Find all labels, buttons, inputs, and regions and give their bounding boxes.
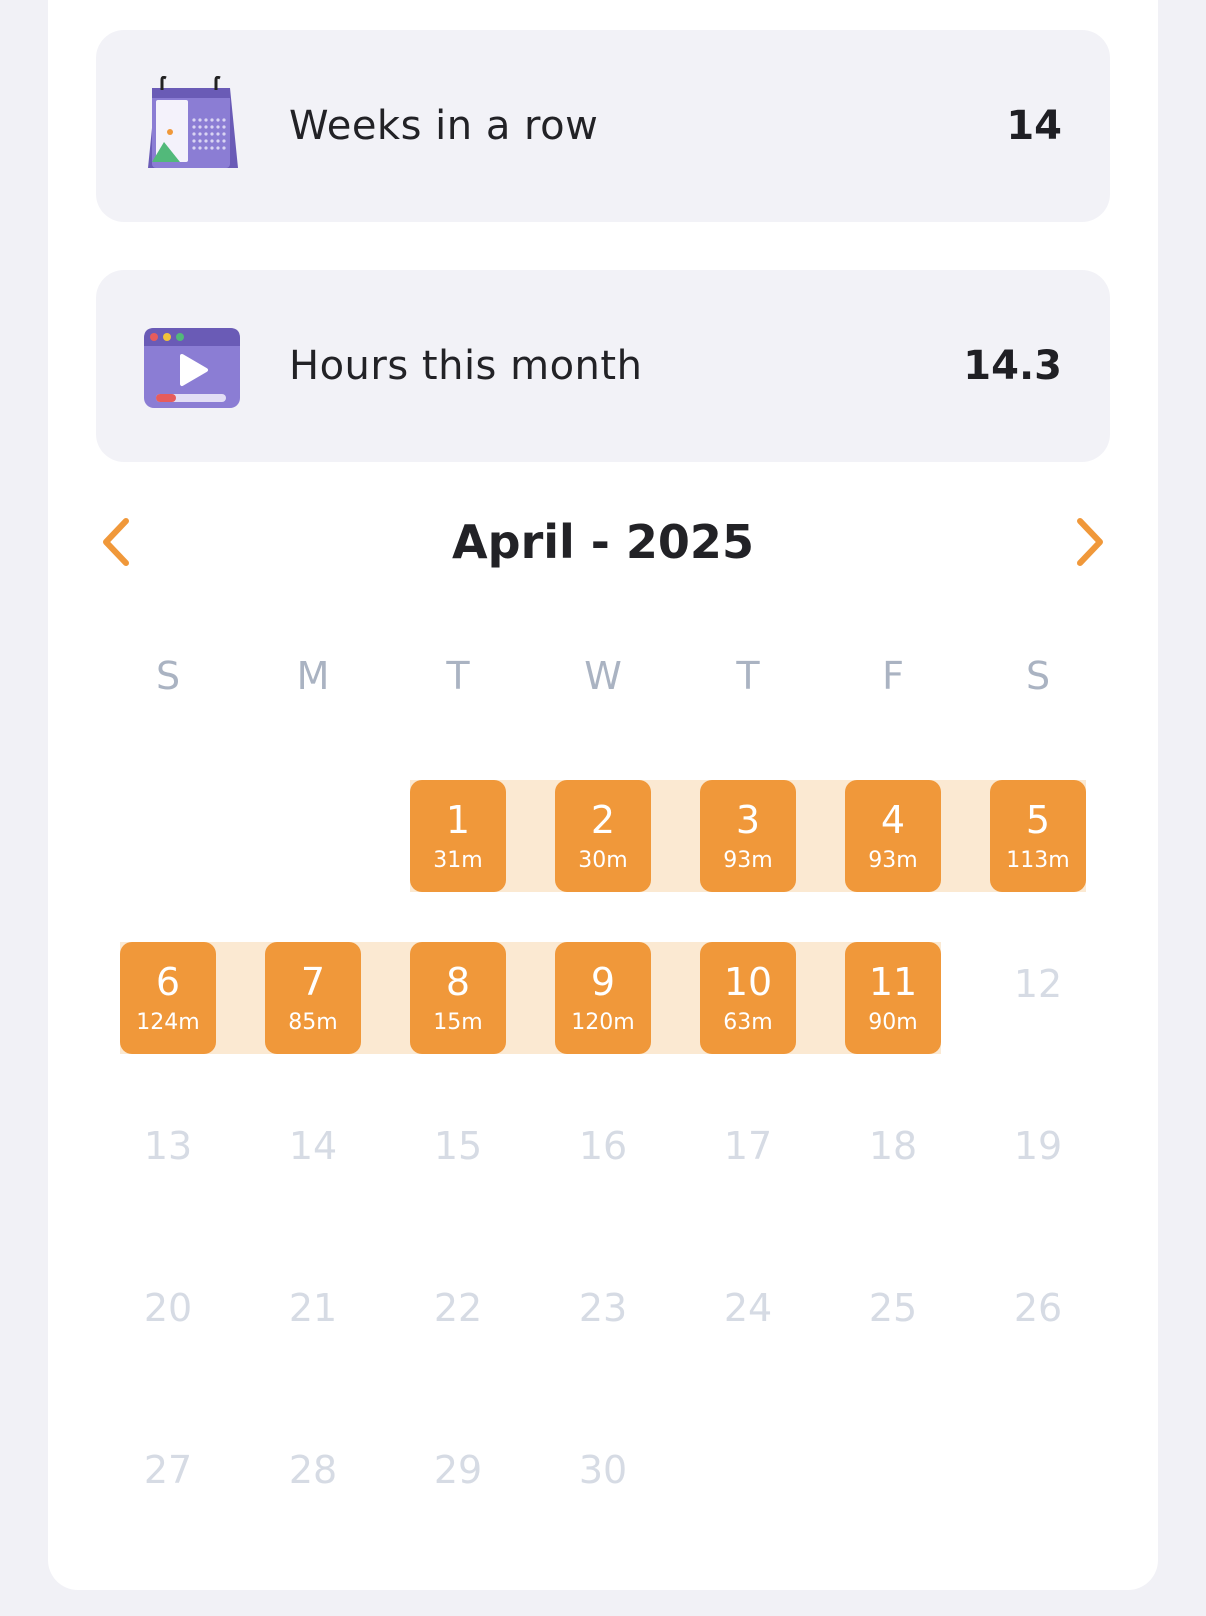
streak-band-week-2 xyxy=(120,942,941,1054)
hours-this-month-card: Hours this month 14.3 xyxy=(96,270,1110,462)
weekday-wednesday: W xyxy=(584,654,622,698)
calendar-day-active[interactable]: 11 90m xyxy=(845,942,941,1054)
weekday-tuesday: T xyxy=(446,654,470,698)
previous-month-button[interactable] xyxy=(96,515,140,569)
day-number: 8 xyxy=(445,960,471,1004)
calendar-day[interactable]: 21 xyxy=(265,1252,361,1364)
calendar-icon xyxy=(142,75,242,176)
calendar-day[interactable]: 15 xyxy=(410,1090,506,1202)
weekday-saturday: S xyxy=(1025,654,1051,698)
day-number: 22 xyxy=(433,1286,483,1330)
calendar-day[interactable]: 22 xyxy=(410,1252,506,1364)
calendar-day-active[interactable]: 7 85m xyxy=(265,942,361,1054)
day-number: 28 xyxy=(288,1448,338,1492)
day-number: 18 xyxy=(868,1124,918,1168)
weekday-friday: F xyxy=(882,654,904,698)
day-number: 10 xyxy=(723,960,773,1004)
day-minutes: 93m xyxy=(868,848,918,873)
day-minutes: 15m xyxy=(433,1010,483,1035)
calendar-day[interactable]: 26 xyxy=(990,1252,1086,1364)
calendar-day[interactable]: 17 xyxy=(700,1090,796,1202)
calendar-day[interactable]: 16 xyxy=(555,1090,651,1202)
day-number: 1 xyxy=(445,798,471,842)
calendar-day-active[interactable]: 6 124m xyxy=(120,942,216,1054)
calendar-day[interactable]: 29 xyxy=(410,1414,506,1526)
day-number: 2 xyxy=(590,798,616,842)
day-minutes: 90m xyxy=(868,1010,918,1035)
video-player-icon xyxy=(142,316,242,416)
weekday-thursday: T xyxy=(736,654,760,698)
weekday-monday: M xyxy=(296,654,330,698)
calendar-day[interactable]: 24 xyxy=(700,1252,796,1364)
calendar-day[interactable]: 23 xyxy=(555,1252,651,1364)
calendar-day-active[interactable]: 9 120m xyxy=(555,942,651,1054)
calendar-day[interactable]: 28 xyxy=(265,1414,361,1526)
day-number: 12 xyxy=(1013,962,1063,1006)
day-minutes: 113m xyxy=(1006,848,1070,873)
weeks-in-a-row-card: Weeks in a row 14 xyxy=(96,30,1110,222)
calendar-day[interactable]: 14 xyxy=(265,1090,361,1202)
calendar-day-active[interactable]: 10 63m xyxy=(700,942,796,1054)
calendar-day[interactable]: 19 xyxy=(990,1090,1086,1202)
calendar-day-active[interactable]: 4 93m xyxy=(845,780,941,892)
day-number: 7 xyxy=(300,960,326,1004)
calendar-day-active[interactable]: 3 93m xyxy=(700,780,796,892)
day-number: 25 xyxy=(868,1286,918,1330)
day-minutes: 85m xyxy=(288,1010,338,1035)
calendar-day[interactable]: 12 xyxy=(990,928,1086,1040)
day-number: 15 xyxy=(433,1124,483,1168)
day-number: 24 xyxy=(723,1286,773,1330)
weeks-in-a-row-value: 14 xyxy=(1006,103,1062,149)
day-number: 27 xyxy=(143,1448,193,1492)
day-minutes: 93m xyxy=(723,848,773,873)
day-minutes: 30m xyxy=(578,848,628,873)
day-minutes: 63m xyxy=(723,1010,773,1035)
day-number: 4 xyxy=(880,798,906,842)
calendar-day[interactable]: 30 xyxy=(555,1414,651,1526)
day-number: 14 xyxy=(288,1124,338,1168)
hours-this-month-label: Hours this month xyxy=(289,343,643,389)
calendar-day-active[interactable]: 8 15m xyxy=(410,942,506,1054)
calendar-day-active[interactable]: 2 30m xyxy=(555,780,651,892)
day-number: 3 xyxy=(735,798,761,842)
day-number: 16 xyxy=(578,1124,628,1168)
day-number: 29 xyxy=(433,1448,483,1492)
day-number: 5 xyxy=(1025,798,1051,842)
day-minutes: 124m xyxy=(136,1010,200,1035)
day-number: 26 xyxy=(1013,1286,1063,1330)
next-month-button[interactable] xyxy=(1066,515,1110,569)
calendar-day[interactable]: 25 xyxy=(845,1252,941,1364)
day-minutes: 31m xyxy=(433,848,483,873)
weeks-in-a-row-label: Weeks in a row xyxy=(289,103,599,149)
day-number: 6 xyxy=(155,960,181,1004)
day-number: 30 xyxy=(578,1448,628,1492)
day-number: 19 xyxy=(1013,1124,1063,1168)
day-minutes: 120m xyxy=(571,1010,635,1035)
chevron-left-icon xyxy=(103,518,129,566)
calendar-day[interactable]: 27 xyxy=(120,1414,216,1526)
day-number: 23 xyxy=(578,1286,628,1330)
month-title: April - 2025 xyxy=(452,515,754,569)
chevron-right-icon xyxy=(1077,518,1103,566)
calendar-day[interactable]: 20 xyxy=(120,1252,216,1364)
day-number: 11 xyxy=(868,960,918,1004)
day-number: 9 xyxy=(590,960,616,1004)
calendar-day[interactable]: 13 xyxy=(120,1090,216,1202)
weekday-sunday: S xyxy=(155,654,181,698)
calendar-day-active[interactable]: 1 31m xyxy=(410,780,506,892)
day-number: 20 xyxy=(143,1286,193,1330)
day-number: 17 xyxy=(723,1124,773,1168)
calendar-day[interactable]: 18 xyxy=(845,1090,941,1202)
calendar-day-active[interactable]: 5 113m xyxy=(990,780,1086,892)
hours-this-month-value: 14.3 xyxy=(963,343,1062,389)
day-number: 21 xyxy=(288,1286,338,1330)
day-number: 13 xyxy=(143,1124,193,1168)
